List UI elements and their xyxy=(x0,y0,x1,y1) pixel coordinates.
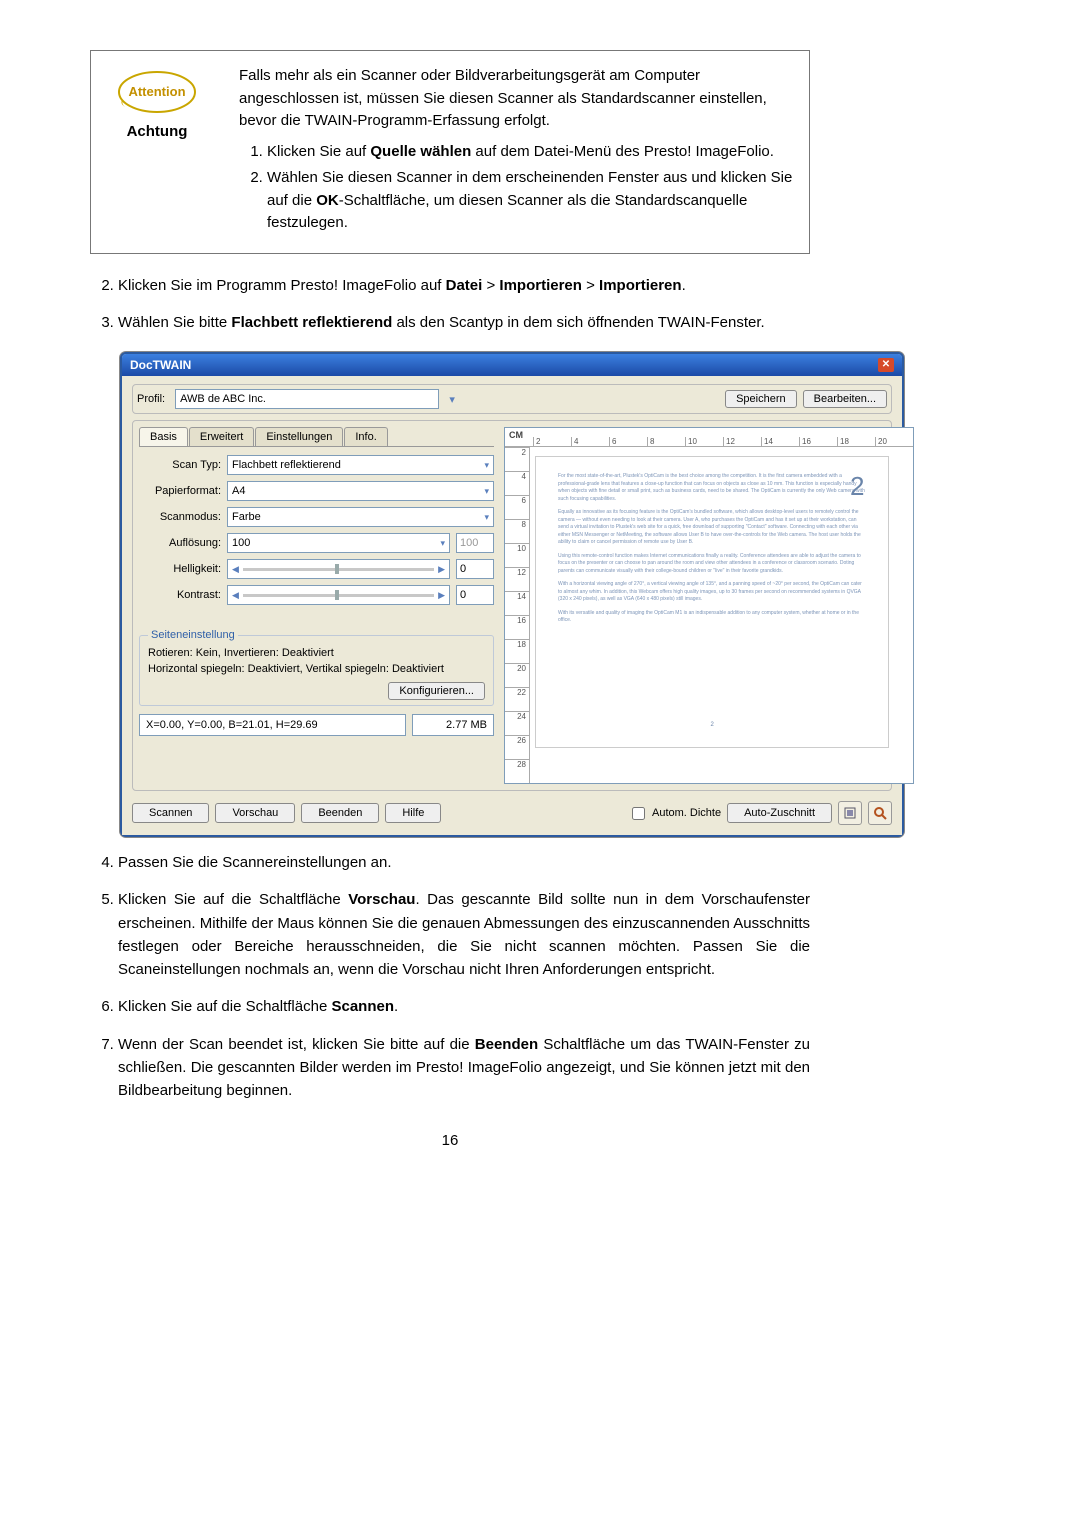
configure-button[interactable]: Konfigurieren... xyxy=(388,682,485,700)
attention-label: Achtung xyxy=(127,123,188,140)
row-paper: Papierformat: A4▾ xyxy=(139,481,494,501)
chevron-down-icon: ▾ xyxy=(484,512,489,523)
chevron-down-icon: ▾ xyxy=(484,486,489,497)
step-3: Wählen Sie bitte Flachbett reflektierend… xyxy=(118,311,810,334)
auto-density-checkbox[interactable]: Autom. Dichte xyxy=(628,804,721,823)
chevron-down-icon: ▾ xyxy=(440,538,445,549)
preview-big-number: 2 xyxy=(850,467,864,506)
tab-basis[interactable]: Basis xyxy=(139,427,188,446)
resolution-dropdown[interactable]: 100▾ xyxy=(227,533,450,553)
twain-titlebar: DocTWAIN ✕ xyxy=(122,354,902,376)
tab-erweitert[interactable]: Erweitert xyxy=(189,427,254,446)
paper-dropdown[interactable]: A4▾ xyxy=(227,481,494,501)
tab-einstellungen[interactable]: Einstellungen xyxy=(255,427,343,446)
step-7: Wenn der Scan beendet ist, klicken Sie b… xyxy=(118,1033,810,1103)
exit-button[interactable]: Beenden xyxy=(301,803,379,823)
side-line1: Rotieren: Kein, Invertieren: Deaktiviert xyxy=(148,647,485,659)
ruler-vertical: 2 4 6 8 10 12 14 16 18 20 22 24 26 28 xyxy=(505,447,530,783)
arrow-left-icon[interactable]: ◀ xyxy=(232,564,239,575)
twain-window: DocTWAIN ✕ Profil: ▾ Speichern Bearbeite… xyxy=(120,352,904,837)
row-brightness: Helligkeit: ◀ ▶ xyxy=(139,559,494,579)
resolution-label: Auflösung: xyxy=(139,537,221,549)
preview-body: 2 4 6 8 10 12 14 16 18 20 22 24 26 28 xyxy=(505,447,913,783)
brightness-label: Helligkeit: xyxy=(139,563,221,575)
profile-input[interactable] xyxy=(175,389,439,409)
contrast-value[interactable] xyxy=(456,585,494,605)
twain-bottom-bar: Scannen Vorschau Beenden Hilfe Autom. Di… xyxy=(132,801,892,825)
help-button[interactable]: Hilfe xyxy=(385,803,441,823)
preview-canvas[interactable]: 2 For the most state-of-the-art, Plustek… xyxy=(530,447,913,783)
paper-label: Papierformat: xyxy=(139,485,221,497)
row-mode: Scanmodus: Farbe▾ xyxy=(139,507,494,527)
profile-row: Profil: ▾ Speichern Bearbeiten... xyxy=(132,384,892,414)
status-row: X=0.00, Y=0.00, B=21.01, H=29.69 2.77 MB xyxy=(139,714,494,736)
preview-page-number: 2 xyxy=(558,721,866,730)
row-contrast: Kontrast: ◀ ▶ xyxy=(139,585,494,605)
side-settings-section: Seiteneinstellung Rotieren: Kein, Invert… xyxy=(139,629,494,706)
contrast-slider[interactable]: ◀ ▶ xyxy=(227,585,450,605)
step-5: Klicken Sie auf die Schaltfläche Vorscha… xyxy=(118,888,810,981)
auto-crop-button[interactable]: Auto-Zuschnitt xyxy=(727,803,832,823)
twain-left-panel: Basis Erweitert Einstellungen Info. Scan… xyxy=(139,427,494,784)
row-resolution: Auflösung: 100▾ xyxy=(139,533,494,553)
auto-density-input[interactable] xyxy=(632,807,645,820)
arrow-right-icon[interactable]: ▶ xyxy=(438,564,445,575)
main-steps-2-3: Klicken Sie im Programm Presto! ImageFol… xyxy=(90,274,810,335)
status-size: 2.77 MB xyxy=(412,714,494,736)
preview-panel: CM 2 4 6 8 10 12 14 16 18 20 2 4 6 xyxy=(504,427,914,784)
row-scan-type: Scan Typ: Flachbett reflektierend▾ xyxy=(139,455,494,475)
ruler-horizontal: CM 2 4 6 8 10 12 14 16 18 20 xyxy=(505,428,913,447)
preview-button[interactable]: Vorschau xyxy=(215,803,295,823)
arrow-right-icon[interactable]: ▶ xyxy=(438,590,445,601)
step-6: Klicken Sie auf die Schaltfläche Scannen… xyxy=(118,995,810,1018)
attention-paragraph: Falls mehr als ein Scanner oder Bildvera… xyxy=(239,65,793,133)
mode-label: Scanmodus: xyxy=(139,511,221,523)
contrast-label: Kontrast: xyxy=(139,589,221,601)
save-button[interactable]: Speichern xyxy=(725,390,797,408)
page-number: 16 xyxy=(90,1132,810,1149)
document-preview: 2 For the most state-of-the-art, Plustek… xyxy=(536,457,888,747)
ruler-unit: CM xyxy=(509,430,523,440)
side-line2: Horizontal spiegeln: Deaktiviert, Vertik… xyxy=(148,663,485,675)
close-icon[interactable]: ✕ xyxy=(878,358,894,372)
edit-button[interactable]: Bearbeiten... xyxy=(803,390,887,408)
attention-list: Klicken Sie auf Quelle wählen auf dem Da… xyxy=(239,141,793,235)
main-steps-4-7: Passen Sie die Scanner­einstellungen an.… xyxy=(90,851,810,1102)
arrow-left-icon[interactable]: ◀ xyxy=(232,590,239,601)
brightness-value[interactable] xyxy=(456,559,494,579)
scan-button[interactable]: Scannen xyxy=(132,803,209,823)
attention-left: Attention Achtung xyxy=(91,51,223,253)
tool-icon-1[interactable] xyxy=(838,801,862,825)
twain-body: Profil: ▾ Speichern Bearbeiten... Basis … xyxy=(122,376,902,835)
attention-logo-text: Attention xyxy=(128,84,185,99)
profile-label: Profil: xyxy=(137,393,165,405)
scan-type-dropdown[interactable]: Flachbett reflektierend▾ xyxy=(227,455,494,475)
tab-info[interactable]: Info. xyxy=(344,427,387,446)
attention-right: Falls mehr als ein Scanner oder Bildvera… xyxy=(223,51,809,253)
step-4: Passen Sie die Scanner­einstellungen an. xyxy=(118,851,810,874)
attention-logo: Attention xyxy=(117,69,197,115)
attention-box: Attention Achtung Falls mehr als ein Sca… xyxy=(90,50,810,254)
chevron-down-icon: ▾ xyxy=(484,460,489,471)
side-section-label: Seiteneinstellung xyxy=(148,629,238,641)
twain-title-text: DocTWAIN xyxy=(130,358,191,372)
resolution-display xyxy=(456,533,494,553)
brightness-slider[interactable]: ◀ ▶ xyxy=(227,559,450,579)
magnifier-icon[interactable] xyxy=(868,801,892,825)
twain-main: Basis Erweitert Einstellungen Info. Scan… xyxy=(132,420,892,791)
profile-dropdown-icon[interactable]: ▾ xyxy=(445,393,459,406)
status-coords: X=0.00, Y=0.00, B=21.01, H=29.69 xyxy=(139,714,406,736)
attention-item-1: Klicken Sie auf Quelle wählen auf dem Da… xyxy=(267,141,793,164)
step-2: Klicken Sie im Programm Presto! ImageFol… xyxy=(118,274,810,297)
scan-type-label: Scan Typ: xyxy=(139,459,221,471)
tabs: Basis Erweitert Einstellungen Info. xyxy=(139,427,494,447)
attention-item-2: Wählen Sie diesen Scanner in dem erschei… xyxy=(267,167,793,235)
mode-dropdown[interactable]: Farbe▾ xyxy=(227,507,494,527)
